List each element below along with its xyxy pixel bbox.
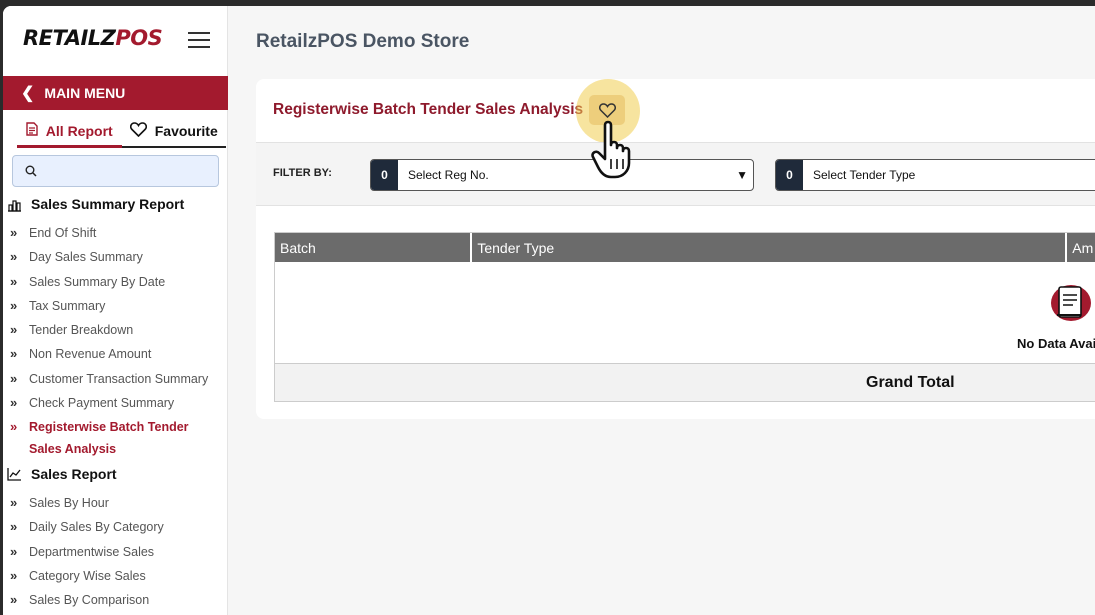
menu-item-sales-by-hour[interactable]: » Sales By Hour: [10, 494, 164, 518]
app-window: RETAILZPOS ❮ MAIN MENU All Report Favour…: [3, 6, 1095, 615]
menu-item-check-payment-summary[interactable]: » Check Payment Summary: [10, 394, 224, 418]
main-menu-label: MAIN MENU: [44, 85, 126, 101]
double-chevron-icon: »: [10, 592, 18, 608]
bar-chart-icon: [8, 199, 21, 212]
tender-type-placeholder: Select Tender Type: [813, 168, 916, 182]
tender-type-select[interactable]: 0 Select Tender Type: [775, 159, 1095, 191]
double-chevron-icon: »: [10, 543, 18, 559]
double-chevron-icon: »: [10, 519, 18, 535]
heart-icon: [598, 102, 616, 118]
report-tabs: All Report Favourite: [17, 116, 226, 148]
logo: RETAILZPOS: [23, 26, 163, 50]
double-chevron-icon: »: [10, 225, 18, 240]
double-chevron-icon: »: [10, 567, 18, 583]
selected-count-badge: 0: [371, 160, 398, 190]
tab-favourite[interactable]: Favourite: [122, 116, 227, 146]
filter-bar: FILTER BY: 0 Select Reg No. ▼ 0 Select T…: [256, 142, 1095, 206]
menu-item-tax-summary[interactable]: » Tax Summary: [10, 297, 224, 321]
report-title: Registerwise Batch Tender Sales Analysis: [273, 101, 584, 118]
search-input[interactable]: [12, 155, 219, 187]
search-icon: [25, 165, 37, 177]
double-chevron-icon: »: [10, 273, 18, 289]
menu-item-end-of-shift[interactable]: » End Of Shift: [10, 224, 224, 248]
double-chevron-icon: »: [10, 495, 18, 510]
column-header-amount[interactable]: Am: [1067, 233, 1095, 262]
menu-item-non-revenue-amount[interactable]: » Non Revenue Amount: [10, 345, 224, 369]
sidebar: RETAILZPOS ❮ MAIN MENU All Report Favour…: [3, 6, 228, 615]
table-header: Batch Tender Type Am: [275, 233, 1095, 262]
menu-item-day-sales-summary[interactable]: » Day Sales Summary: [10, 248, 224, 272]
tab-all-report[interactable]: All Report: [17, 116, 122, 148]
selected-count-badge: 0: [776, 160, 803, 190]
report-card: Registerwise Batch Tender Sales Analysis…: [256, 79, 1095, 419]
heart-icon: [129, 122, 147, 140]
sales-summary-list: » End Of Shift » Day Sales Summary » Sales …: [10, 224, 224, 464]
document-icon: [26, 122, 38, 139]
menu-item-departmentwise-sales[interactable]: » Departmentwise Sales: [10, 543, 164, 567]
double-chevron-icon: »: [10, 322, 18, 338]
no-data-message: No Data Avai: [1017, 336, 1095, 351]
double-chevron-icon: »: [10, 249, 18, 265]
hamburger-menu-icon[interactable]: [188, 32, 210, 48]
double-chevron-icon: »: [10, 395, 18, 411]
chevron-left-icon: ❮: [21, 85, 35, 102]
section-sales-report[interactable]: Sales Report: [7, 466, 117, 482]
reg-no-placeholder: Select Reg No.: [408, 168, 489, 182]
grand-total-label: Grand Total: [866, 374, 955, 391]
dropdown-arrow-icon: ▼: [736, 168, 748, 182]
column-header-tender-type[interactable]: Tender Type: [472, 233, 1068, 262]
main-menu-button[interactable]: ❮ MAIN MENU: [3, 76, 228, 110]
double-chevron-icon: »: [10, 297, 18, 313]
line-chart-icon: [7, 468, 21, 481]
menu-item-customer-transaction-summary[interactable]: » Customer Transaction Summary: [10, 370, 224, 394]
menu-item-category-wise-sales[interactable]: » Category Wise Sales: [10, 567, 164, 591]
menu-item-daily-sales-by-category[interactable]: » Daily Sales By Category: [10, 518, 164, 542]
store-title: RetailzPOS Demo Store: [256, 31, 470, 52]
report-table: Batch Tender Type Am No Data Avai Grand …: [274, 232, 1095, 402]
menu-item-sales-summary-by-date[interactable]: » Sales Summary By Date: [10, 273, 224, 297]
no-data-icon: [1049, 283, 1095, 328]
menu-item-sales-by-comparison[interactable]: » Sales By Comparison: [10, 591, 164, 615]
hand-pointer-cursor-icon: [591, 119, 641, 186]
reg-no-select[interactable]: 0 Select Reg No. ▼: [370, 159, 754, 191]
double-chevron-icon: »: [10, 419, 18, 435]
filter-label: FILTER BY:: [273, 167, 332, 179]
menu-item-tender-breakdown[interactable]: » Tender Breakdown: [10, 321, 224, 345]
double-chevron-icon: »: [10, 346, 18, 362]
sales-report-list: » Sales By Hour » Daily Sales By Category …: [10, 494, 164, 615]
grand-total-row: Grand Total: [275, 363, 1095, 401]
column-header-batch[interactable]: Batch: [275, 233, 473, 262]
menu-item-registerwise-batch-tender[interactable]: » Registerwise Batch Tender Sales Analysi…: [10, 418, 224, 464]
double-chevron-icon: »: [10, 370, 18, 386]
section-sales-summary-report[interactable]: Sales Summary Report: [7, 196, 184, 212]
